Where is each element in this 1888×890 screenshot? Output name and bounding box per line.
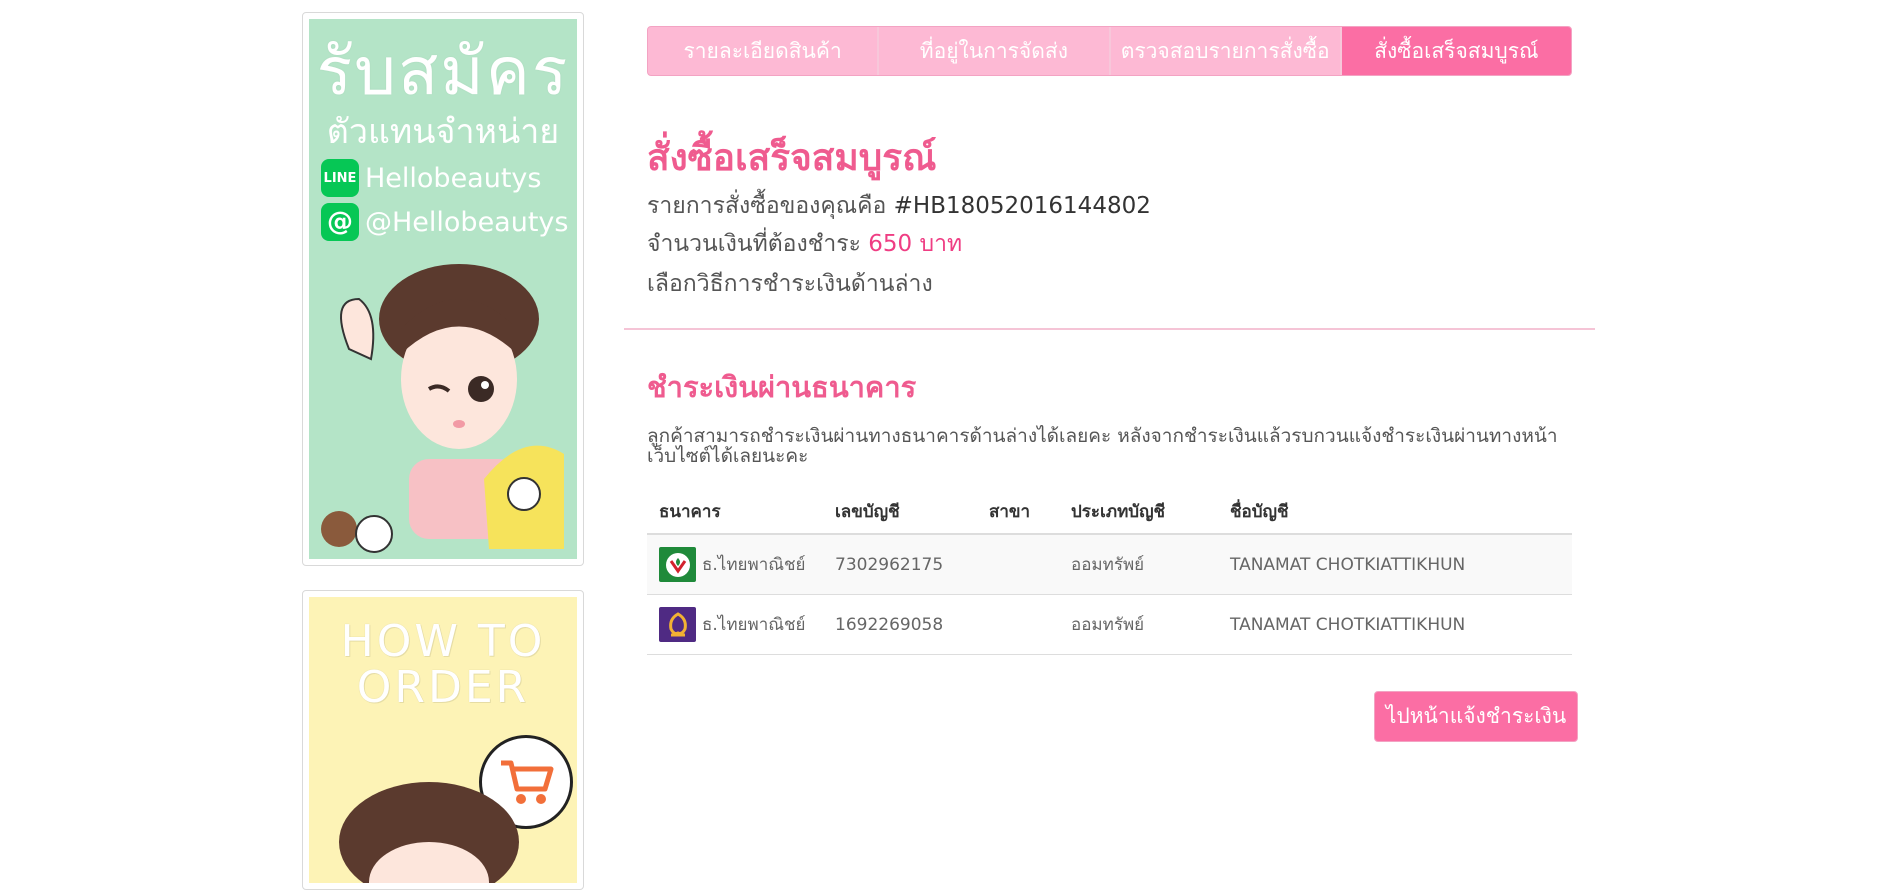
promo-at-id-text: @Hellobeautys <box>365 206 569 238</box>
bank-cell: ธ.ไทยพาณิชย์ <box>647 594 823 655</box>
promo-subtitle: ตัวแทนจำหน่าย <box>326 112 560 152</box>
account-type: ออมทรัพย์ <box>1059 534 1218 595</box>
agent-recruit-banner[interactable]: รับสมัคร ตัวแทนจำหน่าย LINE Hellobeautys… <box>302 12 584 566</box>
promo-line-id-text: Hellobeautys <box>365 162 542 194</box>
how-to-order-image: HOW TO ORDER <box>309 597 577 883</box>
bank-name: ธ.ไทยพาณิชย์ <box>702 555 806 575</box>
at-sign-icon: @ <box>321 203 359 241</box>
bank-cell: ธ.ไทยพาณิชย์ <box>647 534 823 595</box>
branch <box>977 594 1059 655</box>
notify-payment-button[interactable]: ไปหน้าแจ้งชำระเงิน <box>1374 691 1578 742</box>
kbank-logo-icon <box>659 547 696 582</box>
col-account-number: เลขบัญชี <box>823 490 977 535</box>
table-header-row: ธนาคาร เลขบัญชี สาขา ประเภทบัญชี ชื่อบัญ… <box>647 490 1572 535</box>
col-account-type: ประเภทบัญชี <box>1059 490 1218 535</box>
step-review-order[interactable]: ตรวจสอบรายการสั่งซื้อ <box>1111 27 1342 75</box>
account-number: 7302962175 <box>823 534 977 595</box>
agent-recruit-image: รับสมัคร ตัวแทนจำหน่าย LINE Hellobeautys… <box>309 19 577 559</box>
amount-due-line: จำนวนเงินที่ต้องชำระ 650 บาท <box>647 226 962 262</box>
account-type: ออมทรัพย์ <box>1059 594 1218 655</box>
how-to-order-banner[interactable]: HOW TO ORDER <box>302 590 584 890</box>
cartoon-girl-head <box>339 782 519 883</box>
step-shipping-address[interactable]: ที่อยู่ในการจัดส่ง <box>879 27 1111 75</box>
col-branch: สาขา <box>977 490 1059 535</box>
how-to-title-line1: HOW TO <box>340 616 546 667</box>
account-name: TANAMAT CHOTKIATTIKHUN <box>1218 534 1572 595</box>
section-divider <box>624 328 1595 330</box>
col-bank: ธนาคาร <box>647 490 823 535</box>
table-row: ธ.ไทยพาณิชย์ 7302962175 ออมทรัพย์ TANAMA… <box>647 534 1572 595</box>
step-order-complete[interactable]: สั่งซื้อเสร็จสมบูรณ์ <box>1341 27 1571 75</box>
col-account-name: ชื่อบัญชี <box>1218 490 1572 535</box>
line-app-icon: LINE <box>321 159 359 197</box>
checkout-steps: รายละเอียดสินค้า ที่อยู่ในการจัดส่ง ตรวจ… <box>647 26 1572 76</box>
amount-due-label: จำนวนเงินที่ต้องชำระ <box>647 231 861 257</box>
account-number: 1692269058 <box>823 594 977 655</box>
amount-due-value: 650 บาท <box>868 231 963 257</box>
how-to-title: HOW TO ORDER <box>309 616 577 714</box>
cartoon-girl-illustration <box>321 264 564 553</box>
how-to-title-line2: ORDER <box>356 662 530 714</box>
table-row: ธ.ไทยพาณิชย์ 1692269058 ออมทรัพย์ TANAMA… <box>647 594 1572 655</box>
promo-line-id: LINE Hellobeautys <box>321 159 541 197</box>
bank-transfer-title: ชำระเงินผ่านธนาคาร <box>647 370 917 404</box>
order-complete-title: สั่งซื้อเสร็จสมบูรณ์ <box>647 136 937 179</box>
choose-payment-method-text: เลือกวิธีการชำระเงินด้านล่าง <box>647 271 933 297</box>
order-number-label: รายการสั่งซื้อของคุณคือ <box>647 193 887 219</box>
promo-at-id: @ @Hellobeautys <box>321 203 568 241</box>
step-product-details[interactable]: รายละเอียดสินค้า <box>648 27 880 75</box>
bank-transfer-description: ลูกค้าสามารถชำระเงินผ่านทางธนาคารด้านล่า… <box>647 425 1558 467</box>
order-number: #HB18052016144802 <box>893 193 1151 219</box>
promo-title: รับสมัคร <box>316 33 570 110</box>
bank-name: ธ.ไทยพาณิชย์ <box>702 615 806 635</box>
bank-accounts-table: ธนาคาร เลขบัญชี สาขา ประเภทบัญชี ชื่อบัญ… <box>647 490 1572 655</box>
scb-logo-icon <box>659 607 696 642</box>
branch <box>977 534 1059 595</box>
account-name: TANAMAT CHOTKIATTIKHUN <box>1218 594 1572 655</box>
order-number-line: รายการสั่งซื้อของคุณคือ #HB1805201614480… <box>647 188 1151 224</box>
